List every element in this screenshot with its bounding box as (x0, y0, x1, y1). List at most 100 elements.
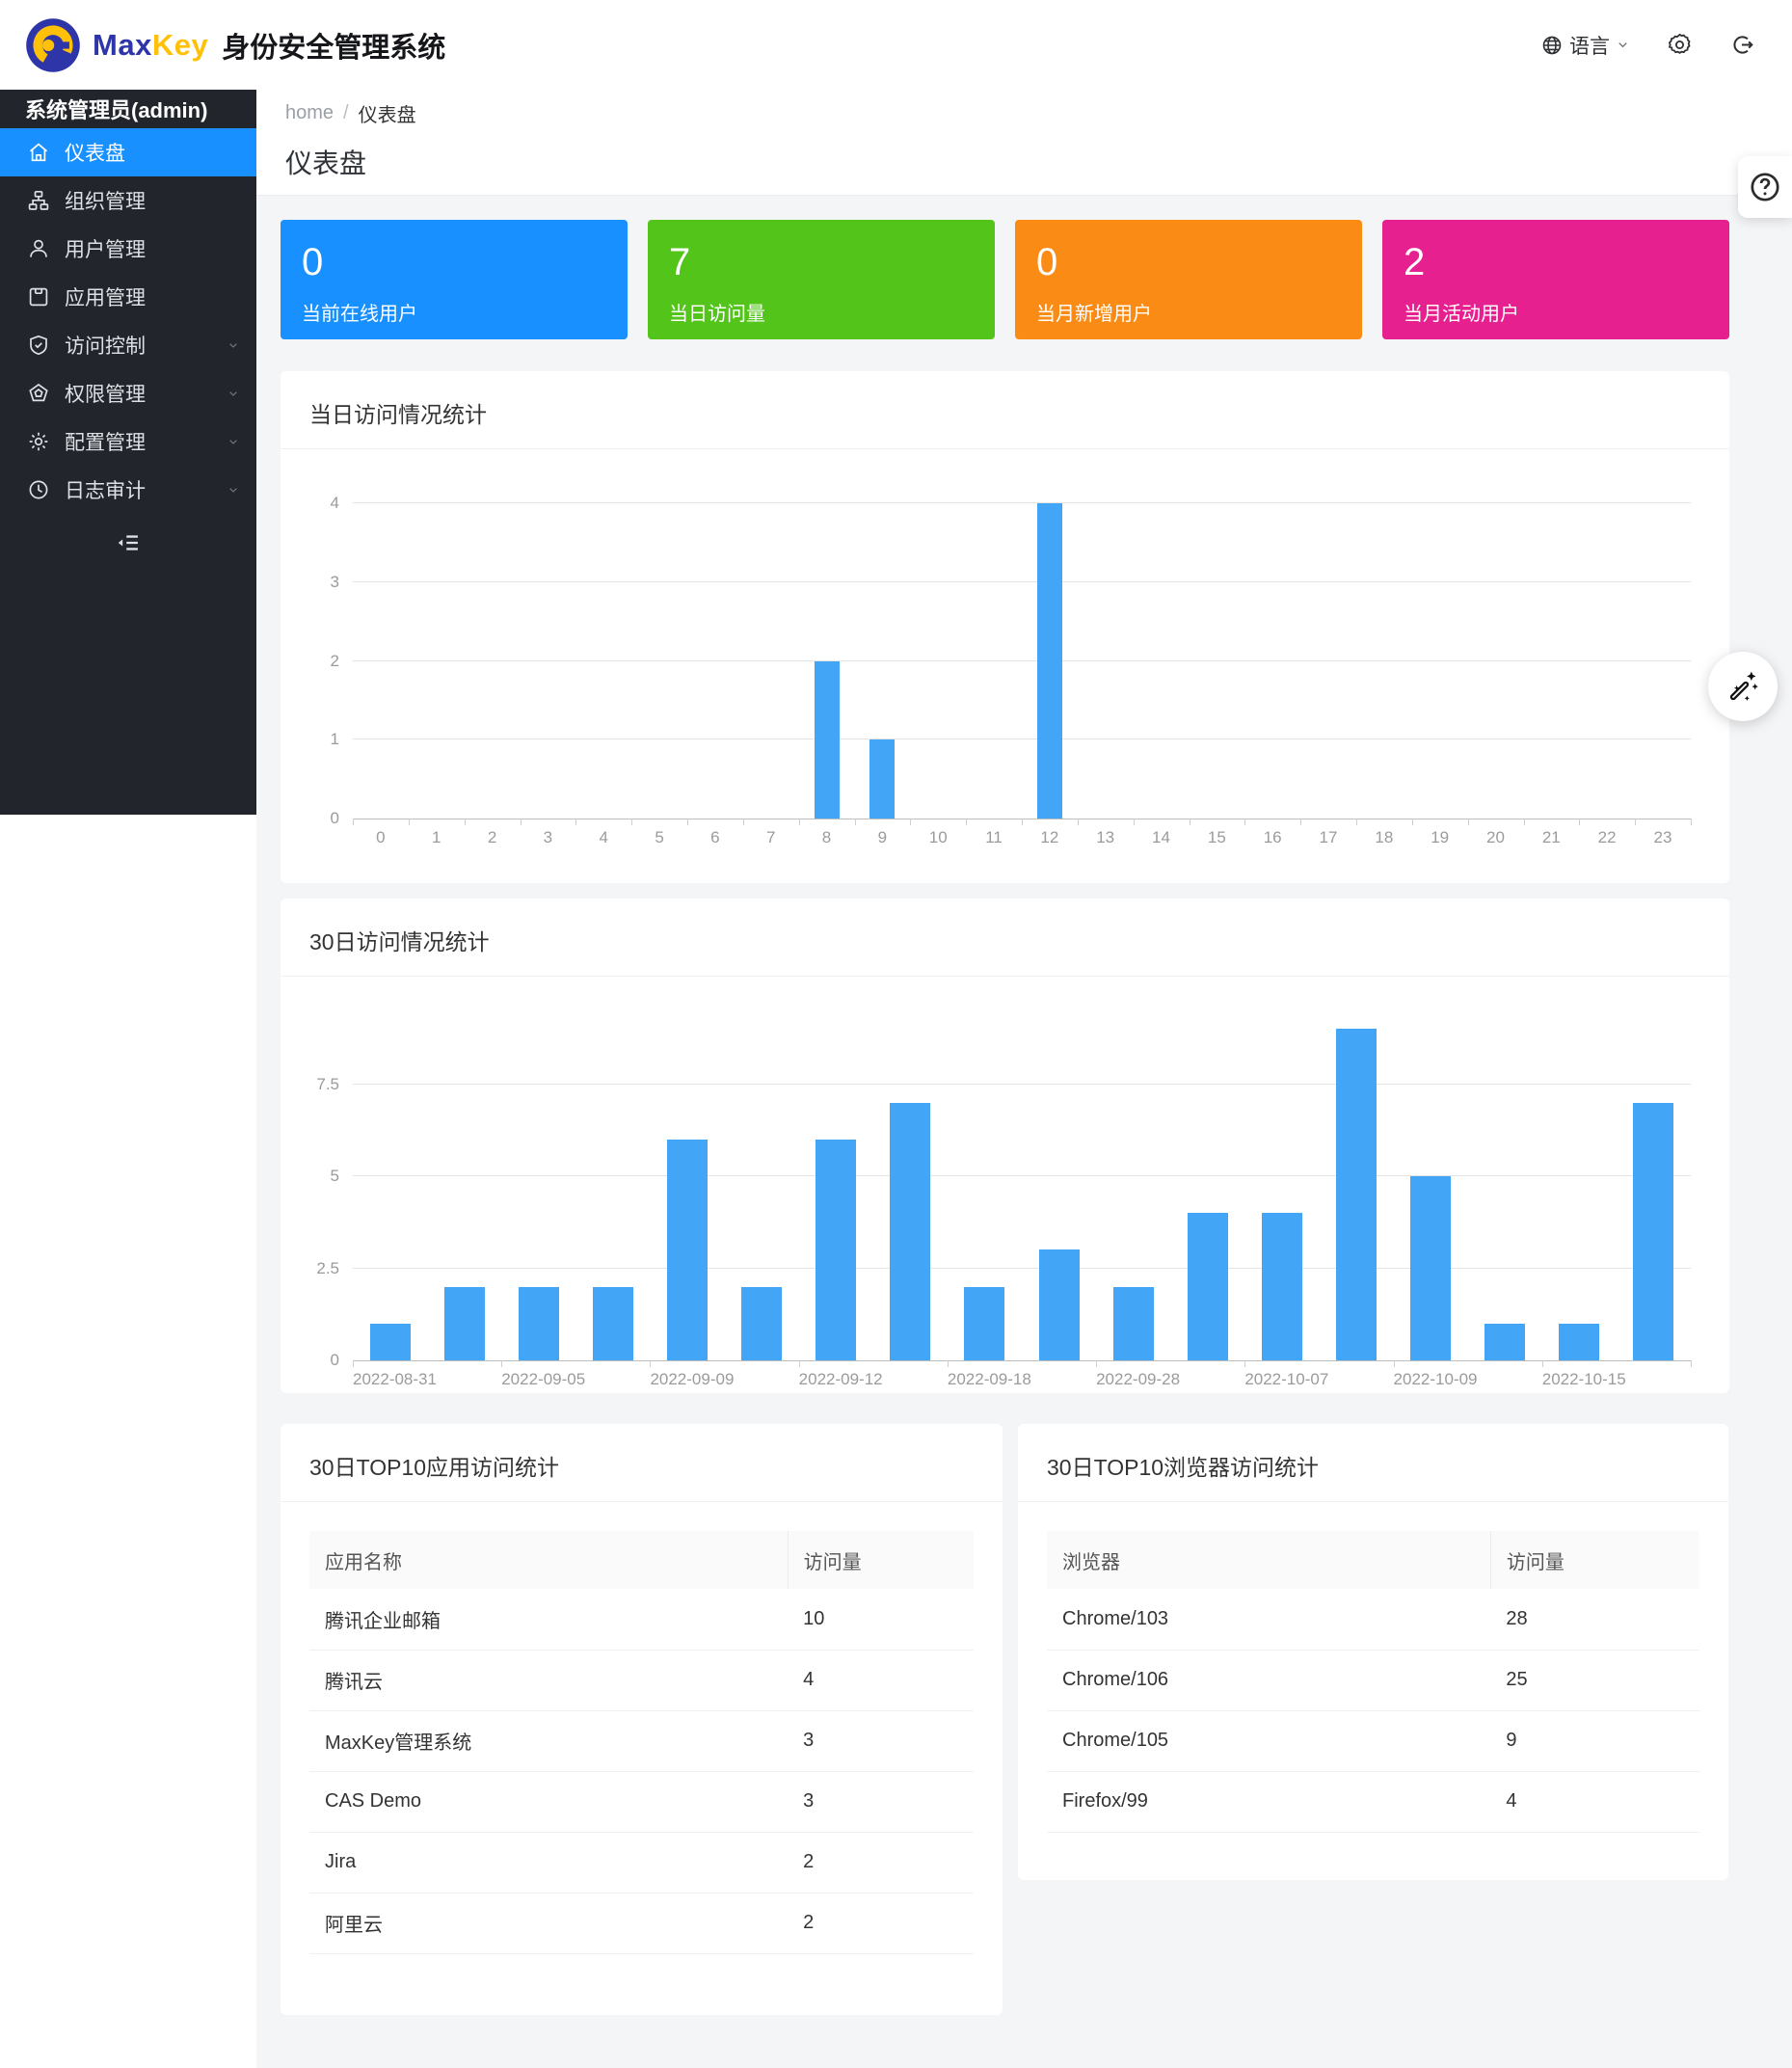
x-axis-tick (1022, 819, 1023, 825)
column-header: 访问量 (1490, 1531, 1699, 1589)
home-icon (27, 141, 50, 164)
sidebar-item-clock[interactable]: 日志审计 (0, 466, 256, 514)
sidebar-item-gear[interactable]: 配置管理 (0, 417, 256, 466)
x-axis-tick (575, 819, 576, 825)
language-label: 语言 (1569, 31, 1610, 60)
x-axis-tick-label: 2022-10-15 (1542, 1370, 1626, 1389)
bar (1037, 503, 1062, 819)
sidebar-item-label: 应用管理 (65, 282, 146, 311)
x-axis-tick-label: 14 (1134, 828, 1190, 847)
x-axis-tick (855, 819, 856, 825)
breadcrumb: home / 仪表盘 (256, 90, 1792, 127)
y-axis-tick-label: 0 (331, 809, 339, 828)
category-band (1096, 974, 1170, 1360)
sidebar-item-user[interactable]: 用户管理 (0, 225, 256, 273)
chart-plot-area: 0123401234567891011121314151617181920212… (353, 503, 1691, 819)
category-band (1412, 503, 1468, 819)
top-apps-panel: 30日TOP10应用访问统计 应用名称访问量腾讯企业邮箱10腾讯云4MaxKey… (281, 1424, 1003, 2015)
category-band (1635, 503, 1691, 819)
x-axis-tick-label: 2022-09-28 (1096, 1370, 1180, 1389)
category-band (948, 974, 1022, 1360)
bar (964, 1287, 1004, 1360)
x-axis-tick (743, 819, 744, 825)
cell-value: 25 (1490, 1650, 1699, 1710)
breadcrumb-current: 仪表盘 (359, 99, 416, 127)
breadcrumb-separator: / (343, 102, 349, 124)
category-band (1189, 503, 1244, 819)
category-band (575, 974, 650, 1360)
sidebar-item-shield[interactable]: 访问控制 (0, 321, 256, 369)
table-row: 腾讯企业邮箱10 (309, 1589, 974, 1650)
x-axis-tick (501, 1360, 502, 1367)
y-axis-tick-label: 1 (331, 730, 339, 749)
menu-fold-icon[interactable] (115, 529, 142, 556)
sidebar-item-app[interactable]: 应用管理 (0, 273, 256, 321)
x-axis-tick-label: 21 (1523, 828, 1579, 847)
sidebar-lower-area (0, 815, 256, 2068)
x-axis-tick (1579, 819, 1580, 825)
bar (869, 739, 895, 819)
panel-divider (281, 448, 1729, 449)
stat-card-label: 当前在线用户 (302, 298, 606, 326)
cell-name: 阿里云 (309, 1893, 788, 1953)
gear-icon (27, 430, 50, 453)
settings-icon[interactable] (1667, 32, 1693, 58)
chevron-down-icon (1616, 38, 1630, 52)
category-band (725, 974, 799, 1360)
x-axis-tick (799, 819, 800, 825)
x-axis-tick-label: 22 (1579, 828, 1635, 847)
cell-value: 3 (788, 1710, 974, 1771)
x-axis-tick (353, 819, 354, 825)
stat-card-2: 0当月新增用户 (1015, 220, 1362, 339)
x-axis-tick-label (734, 1370, 798, 1389)
stat-card-value: 7 (669, 243, 974, 282)
table-row: CAS Demo3 (309, 1771, 974, 1832)
breadcrumb-home-link[interactable]: home (285, 102, 334, 124)
x-axis-tick (1134, 819, 1135, 825)
chevron-down-icon (226, 482, 241, 497)
x-axis-tick (1691, 1360, 1692, 1367)
sidebar-item-home[interactable]: 仪表盘 (0, 128, 256, 176)
x-axis-tick-label (585, 1370, 650, 1389)
category-band (1542, 974, 1617, 1360)
stat-card-label: 当月活动用户 (1404, 298, 1708, 326)
sidebar-item-label: 配置管理 (65, 427, 146, 456)
category-band (353, 974, 427, 1360)
language-switcher[interactable]: 语言 (1540, 31, 1630, 60)
cell-value: 2 (788, 1832, 974, 1893)
sidebar-item-pentagon[interactable]: 权限管理 (0, 369, 256, 417)
x-axis-tick-label: 2022-09-05 (501, 1370, 585, 1389)
x-axis-labels: 01234567891011121314151617181920212223 (353, 828, 1691, 847)
x-axis-tick-label: 2022-10-07 (1244, 1370, 1328, 1389)
x-axis-tick (1394, 1360, 1395, 1367)
x-axis-tick-label (1031, 1370, 1096, 1389)
x-axis-tick (1356, 819, 1357, 825)
cell-value: 3 (788, 1771, 974, 1832)
cell-name: CAS Demo (309, 1771, 788, 1832)
sidebar-item-org[interactable]: 组织管理 (0, 176, 256, 225)
logout-icon[interactable] (1729, 32, 1755, 58)
bar (816, 1140, 856, 1360)
x-axis-tick (948, 1360, 949, 1367)
y-axis-tick-label: 2.5 (316, 1259, 339, 1278)
theme-magic-button[interactable] (1708, 652, 1778, 721)
x-axis-tick-label: 9 (854, 828, 910, 847)
category-band (1356, 503, 1412, 819)
category-band (631, 503, 687, 819)
pentagon-icon (27, 382, 50, 405)
app-title: 身份安全管理系统 (222, 25, 445, 66)
cell-value: 9 (1490, 1710, 1699, 1771)
x-axis-tick (631, 819, 632, 825)
table-row: 腾讯云4 (309, 1650, 974, 1710)
x-axis-tick-label: 4 (575, 828, 631, 847)
x-axis-tick-label: 2 (465, 828, 521, 847)
category-band (854, 503, 910, 819)
x-axis-tick-label: 3 (520, 828, 575, 847)
x-axis-tick-label (883, 1370, 948, 1389)
cell-name: Chrome/106 (1047, 1650, 1490, 1710)
category-band (1394, 974, 1468, 1360)
category-band (910, 503, 966, 819)
brand-key: Key (152, 28, 208, 62)
help-button[interactable] (1738, 156, 1792, 218)
x-axis-tick (1096, 1360, 1097, 1367)
